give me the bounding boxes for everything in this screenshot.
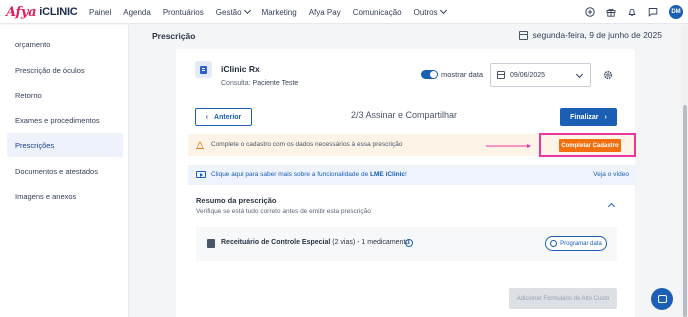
warning-icon [196,141,204,149]
item-detail: (2 vias) - 1 medicamento [330,239,410,246]
chevron-down-icon [439,6,447,15]
nav-label: Marketing [261,7,297,17]
gear-icon[interactable] [603,70,613,80]
sidebar: orçamento Prescrição de óculos Retorno E… [0,25,129,317]
finish-button[interactable]: Finalizar › [560,108,617,126]
nav-outros[interactable]: Outros [413,6,447,17]
chat-icon [657,295,667,303]
schedule-label: Programar data [560,240,602,247]
schedule-date-button[interactable]: Programar data [545,236,607,251]
header-date-text: segunda-feira, 9 de junho de 2025 [532,30,663,40]
consult-info: Consulta: Paciente Teste [221,80,298,87]
page-title: Prescrição [152,31,196,41]
info-icon[interactable]: i [405,239,413,247]
nav-gestao[interactable]: Gestão [215,6,251,17]
sidebar-item-imagens[interactable]: Imagens e anexos [7,184,123,208]
complete-registration-button[interactable]: Completar Cadastro [559,139,621,152]
nav-label: Comunicação [352,7,402,17]
schedule-icon [550,240,558,247]
info-text-suffix: ! [405,171,407,178]
documents-icon [205,237,215,248]
brand-iclinic: iCLINIC [39,6,78,18]
item-text: Receituário de Controle Especial (2 vias… [221,239,409,246]
sidebar-item-documentos[interactable]: Documentos e atestados [7,159,123,183]
sidebar-item-retorno[interactable]: Retorno [7,83,123,107]
nav-marketing[interactable]: Marketing [262,8,297,17]
add-circle-icon[interactable] [585,7,595,17]
sidebar-item-prescricoes[interactable]: Prescrições [7,133,123,157]
top-icons: DM [585,0,688,24]
message-icon[interactable] [648,7,658,17]
nav-comunicacao[interactable]: Comunicação [353,8,402,17]
finish-label: Finalizar [570,113,599,121]
nav-label: Painel [89,7,112,17]
top-navbar: Afya iCLINIC Painel Agenda Prontuários G… [0,0,688,24]
info-banner: Clique aqui para saber mais sobre a func… [188,165,637,185]
prescription-date-field[interactable]: 09/06/2025 [490,63,591,87]
nav-afya-pay[interactable]: Afya Pay [309,8,341,17]
info-text-bold: LME iClinic [370,171,406,178]
info-text: Clique aqui para saber mais sobre a func… [211,171,370,178]
prescription-doc-icon [195,61,212,78]
nav-label: Agenda [123,7,151,17]
back-label: Anterior [214,113,242,121]
summary-subtitle: Verifique se está tudo correto antes de … [196,208,371,215]
prescription-title: iClinic Rx [221,64,260,74]
arrow-right-icon [486,144,531,148]
nav-label: Prontuários [162,7,204,17]
calendar-icon [497,71,505,79]
nav-prontuarios[interactable]: Prontuários [163,8,204,17]
show-date-toggle[interactable] [421,70,438,79]
show-date-label: mostrar data [441,70,484,79]
warning-text: Complete o cadastro com os dados necessá… [211,141,403,148]
nav-label: Gestão [215,7,242,17]
date-value: 09/06/2025 [510,71,546,79]
brand-logo[interactable]: Afya iCLINIC [6,4,78,20]
consult-label: Consulta: [221,80,251,87]
nav-label: Afya Pay [308,7,341,17]
header-date: segunda-feira, 9 de junho de 2025 [518,30,663,40]
step-indicator: 2/3 Assinar e Compartilhar [351,110,458,120]
chevron-down-icon [243,6,251,15]
back-button[interactable]: ‹ Anterior [195,108,252,126]
sidebar-item-prescricao-oculos[interactable]: Prescrição de óculos [7,58,123,82]
watch-video-link[interactable]: Veja o vídeo [593,171,629,178]
chevron-down-icon [575,70,584,79]
main-nav: Painel Agenda Prontuários Gestão Marketi… [89,0,458,24]
sidebar-item-exames[interactable]: Exames e procedimentos [7,108,123,132]
avatar[interactable]: DM [669,5,683,19]
add-high-cost-form-button[interactable]: Adicionar Formulário de Alto Custo [509,288,617,309]
info-link[interactable]: Clique aqui para saber mais sobre a func… [211,171,407,178]
nav-agenda[interactable]: Agenda [123,8,151,17]
main-header: Prescrição segunda-feira, 9 de junho de … [140,25,674,46]
scrollbar-thumb[interactable] [683,105,687,317]
sidebar-item-orcamento[interactable]: orçamento [7,32,123,56]
nav-painel[interactable]: Painel [89,8,111,17]
brand-afya: Afya [6,4,37,20]
chevron-right-icon: › [604,113,607,121]
bell-icon[interactable] [627,7,637,17]
chevron-left-icon: ‹ [205,113,209,121]
summary-title: Resumo da prescrição [196,196,277,205]
prescription-item-row: Receituário de Controle Especial (2 vias… [196,227,617,261]
chat-button[interactable] [651,288,673,310]
calendar-icon [518,30,528,40]
consult-patient: Paciente Teste [252,80,299,87]
gift-icon[interactable] [606,7,616,17]
video-icon [196,171,206,178]
nav-label: Outros [413,7,438,17]
item-name: Receituário de Controle Especial [221,239,331,246]
